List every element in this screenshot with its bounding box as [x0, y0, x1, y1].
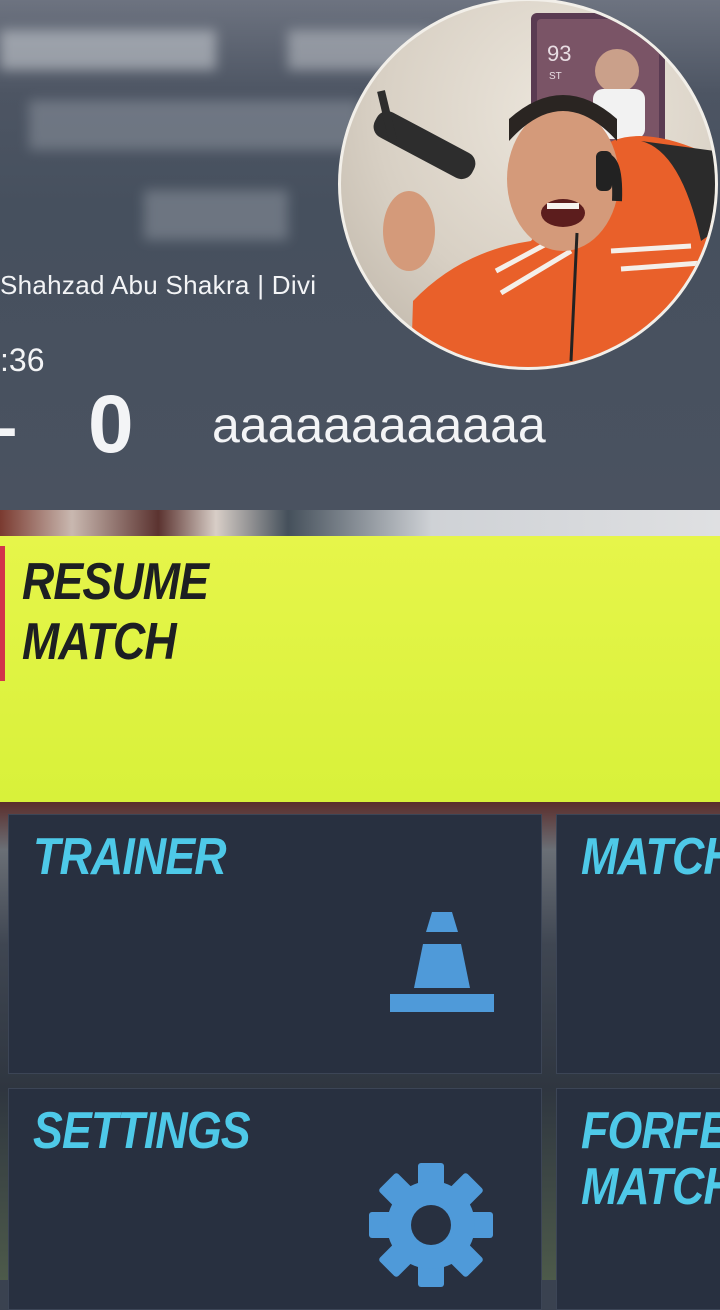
opponent-name: aaaaaaaaaaaa — [212, 397, 546, 453]
match-info: Shahzad Abu Shakra | Divi — [0, 270, 317, 300]
resume-match-button[interactable]: RESUME MATCH — [0, 536, 720, 802]
card-rating: 93 — [547, 41, 571, 66]
card-position: ST — [549, 71, 562, 82]
forfeit-match-label: FORFEI MATCH — [581, 1102, 720, 1216]
match-button[interactable]: MATCH — [556, 814, 720, 1074]
resume-match-label: RESUME MATCH — [22, 553, 209, 671]
trainer-label: TRAINER — [33, 828, 227, 886]
selection-accent — [0, 546, 5, 681]
forfeit-match-button[interactable]: FORFEI MATCH — [556, 1088, 720, 1310]
match-label: MATCH — [581, 828, 720, 886]
traffic-cone-icon — [390, 912, 494, 1012]
match-time: :36 — [0, 342, 45, 378]
webcam-image: 93 ST — [373, 13, 715, 367]
score: 0 — [88, 379, 134, 470]
gear-icon — [369, 1163, 493, 1287]
streamer-webcam-overlay: 93 ST — [338, 0, 718, 370]
settings-label: SETTINGS — [33, 1102, 251, 1160]
score-separator: - — [0, 390, 17, 464]
